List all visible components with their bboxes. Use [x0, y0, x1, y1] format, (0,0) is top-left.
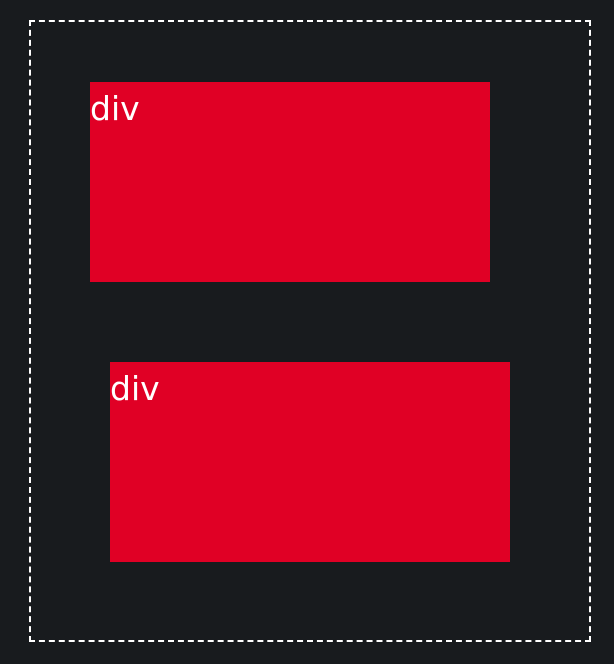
div-box-1-label: div — [90, 89, 140, 128]
div-box-2: div — [110, 362, 510, 562]
div-box-1: div — [90, 82, 490, 282]
div-box-2-label: div — [110, 369, 160, 408]
